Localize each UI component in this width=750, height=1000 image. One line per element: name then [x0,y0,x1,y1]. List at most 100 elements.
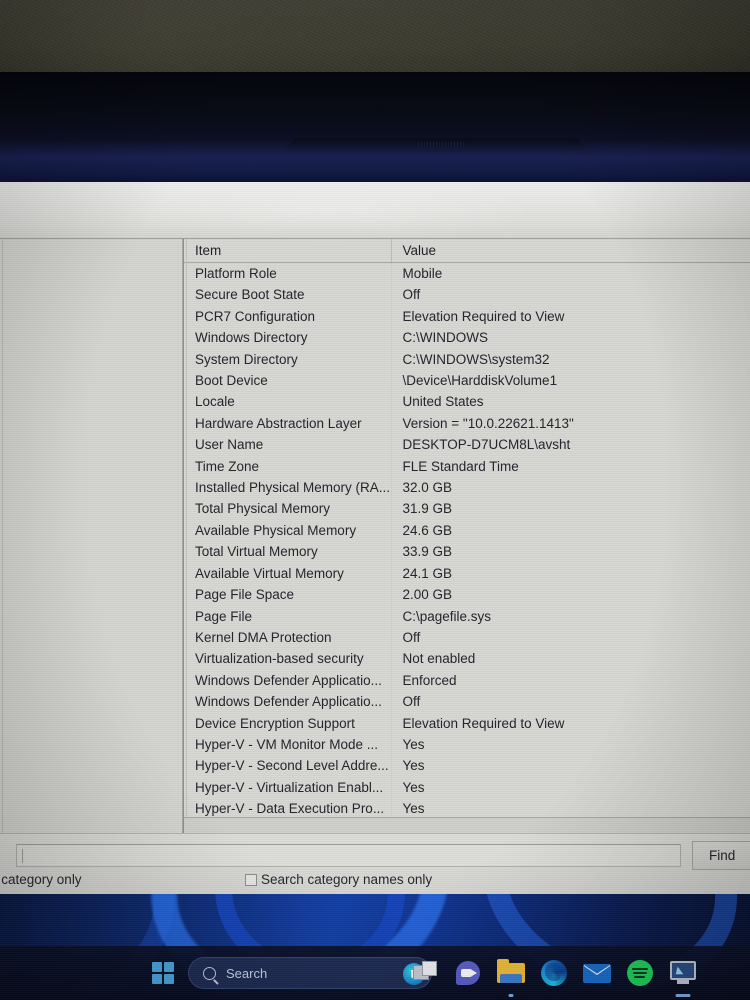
taskbar-item-edge[interactable] [539,958,569,988]
table-body[interactable]: Platform Role Mobile Secure Boot State Off P… [184,262,750,820]
table-row[interactable]: Page File C:\pagefile.sys [184,605,750,627]
column-header-item[interactable]: Item [184,239,391,263]
find-button[interactable]: Find [692,841,750,870]
task-view-icon [413,961,437,985]
spotify-icon [627,960,653,986]
cell-value: United States [390,391,750,413]
cell-value: 2.00 GB [390,584,750,606]
find-what-input[interactable] [16,844,681,867]
taskbar-search-box[interactable]: Search b [188,957,432,989]
table-row[interactable]: System Directory C:\WINDOWS\system32 [184,348,750,371]
table-row[interactable]: Time Zone FLE Standard Time [184,455,750,478]
table-row[interactable]: Hyper-V - VM Monitor Mode ... Yes [184,733,750,756]
table-row[interactable]: Secure Boot State Off [184,284,750,306]
table-row[interactable]: Windows Directory C:\WINDOWS [184,327,750,349]
table-row[interactable]: Available Virtual Memory 24.1 GB [184,562,750,585]
table-row[interactable]: Locale United States [184,391,750,413]
table-row[interactable]: Installed Physical Memory (RA... 32.0 GB [184,477,750,499]
find-bar: Find cted category only Search category … [0,833,750,894]
taskbar-item-mail[interactable] [582,958,612,988]
category-tree-pane[interactable] [0,238,183,833]
table-row[interactable]: Hardware Abstraction Layer Version = "10.… [184,412,750,435]
cell-item: Windows Defender Applicatio... [195,672,382,688]
mail-icon [583,964,611,983]
cell-value: C:\WINDOWS\system32 [390,348,750,371]
table-row[interactable]: Available Physical Memory 24.6 GB [184,519,750,542]
table-row[interactable]: Device Encryption Support Elevation Requi… [184,712,750,734]
table-header: Item Value [184,239,750,263]
table-row[interactable]: Hyper-V - Second Level Addre... Yes [184,755,750,777]
start-button[interactable] [148,958,178,988]
windows-logo-icon [151,961,175,985]
cell-value: 31.9 GB [390,498,750,520]
table-row[interactable]: PCR7 Configuration Elevation Required to … [184,305,750,328]
cell-item: Hardware Abstraction Layer [195,415,362,431]
cell-value: DESKTOP-D7UCM8L\avsht [390,434,750,456]
cell-value: C:\pagefile.sys [390,605,750,627]
table-row[interactable]: Boot Device \Device\HarddiskVolume1 [184,370,750,392]
table-row[interactable]: Hyper-V - Virtualization Enabl... Yes [184,776,750,799]
edge-icon [541,960,567,986]
column-header-value[interactable]: Value [390,239,750,263]
cell-item: System Directory [195,351,298,367]
taskbar-item-file-explorer[interactable] [496,958,526,997]
cell-value: Yes [390,776,750,799]
cell-value: 24.1 GB [390,562,750,585]
cell-item: Windows Directory [195,330,308,346]
table-row[interactable]: Total Virtual Memory 33.9 GB [184,541,750,563]
cell-value: Yes [390,733,750,756]
find-options: cted category only Search category names… [0,872,750,894]
table-row[interactable]: Kernel DMA Protection Off [184,626,750,649]
cell-item: Hyper-V - VM Monitor Mode ... [195,736,379,752]
text-caret [22,849,23,863]
cell-item: Virtualization-based security [195,651,364,667]
teams-icon [456,961,480,985]
search-icon [203,966,216,980]
table-row[interactable]: Virtualization-based security Not enabled [184,648,750,670]
cell-item: Installed Physical Memory (RA... [195,480,391,496]
search-category-names-option[interactable]: Search category names only [245,872,432,887]
taskbar-item-teams[interactable] [453,958,483,988]
cell-item: Secure Boot State [195,287,305,303]
table-row[interactable]: Windows Defender Applicatio... Off [184,691,750,713]
table-row[interactable]: User Name DESKTOP-D7UCM8L\avsht [184,434,750,456]
search-selected-category-checkbox-label[interactable]: cted category only [0,872,82,887]
cell-value: Off [390,626,750,649]
cell-item: Available Physical Memory [195,522,357,538]
search-category-names-checkbox[interactable] [245,873,257,886]
screen-edge-glow [0,140,750,184]
taskbar-search-placeholder: Search [226,965,268,981]
system-summary-table[interactable]: Item Value Platform Role Mobile Secure Boo… [184,239,750,820]
cell-value: Yes [390,755,750,777]
cell-value: FLE Standard Time [390,455,750,478]
taskbar-item-task-view[interactable] [410,958,440,988]
background-wall [0,0,750,82]
cell-value: C:\WINDOWS [390,327,750,349]
cell-value: Off [390,284,750,306]
table-header-row: Item Value [184,239,750,263]
taskbar-item-system-information[interactable]: ◣ [668,958,698,997]
window-upper-blank-area [0,182,750,238]
table-row[interactable]: Platform Role Mobile [184,262,750,285]
table-row[interactable]: Windows Defender Applicatio... Enforced [184,669,750,692]
windows-taskbar: Search b [0,946,750,1000]
cell-value: 33.9 GB [390,541,750,563]
cell-value: Version = "10.0.22621.1413" [390,412,750,435]
details-pane[interactable]: Item Value Platform Role Mobile Secure Boo… [183,238,750,833]
taskbar-item-spotify[interactable] [625,958,655,988]
table-row[interactable]: Page File Space 2.00 GB [184,584,750,606]
cell-item: PCR7 Configuration [195,308,316,324]
cell-value: Elevation Required to View [390,305,750,328]
window-panes: Item Value Platform Role Mobile Secure Boo… [0,238,750,833]
cell-item: Boot Device [195,373,268,389]
cell-item: Page File Space [195,587,295,603]
table-row[interactable]: Total Physical Memory 31.9 GB [184,498,750,520]
cell-item: Hyper-V - Second Level Addre... [195,758,389,774]
cell-item: Hyper-V - Virtualization Enabl... [195,779,384,795]
cell-item: Kernel DMA Protection [195,629,332,645]
cell-value: Mobile [390,262,750,285]
details-horizontal-scrollbar[interactable] [184,817,750,833]
cell-value: \Device\HarddiskVolume1 [390,370,750,392]
cell-value: 32.0 GB [390,477,750,499]
tree-pane-inner-edge [2,240,3,833]
